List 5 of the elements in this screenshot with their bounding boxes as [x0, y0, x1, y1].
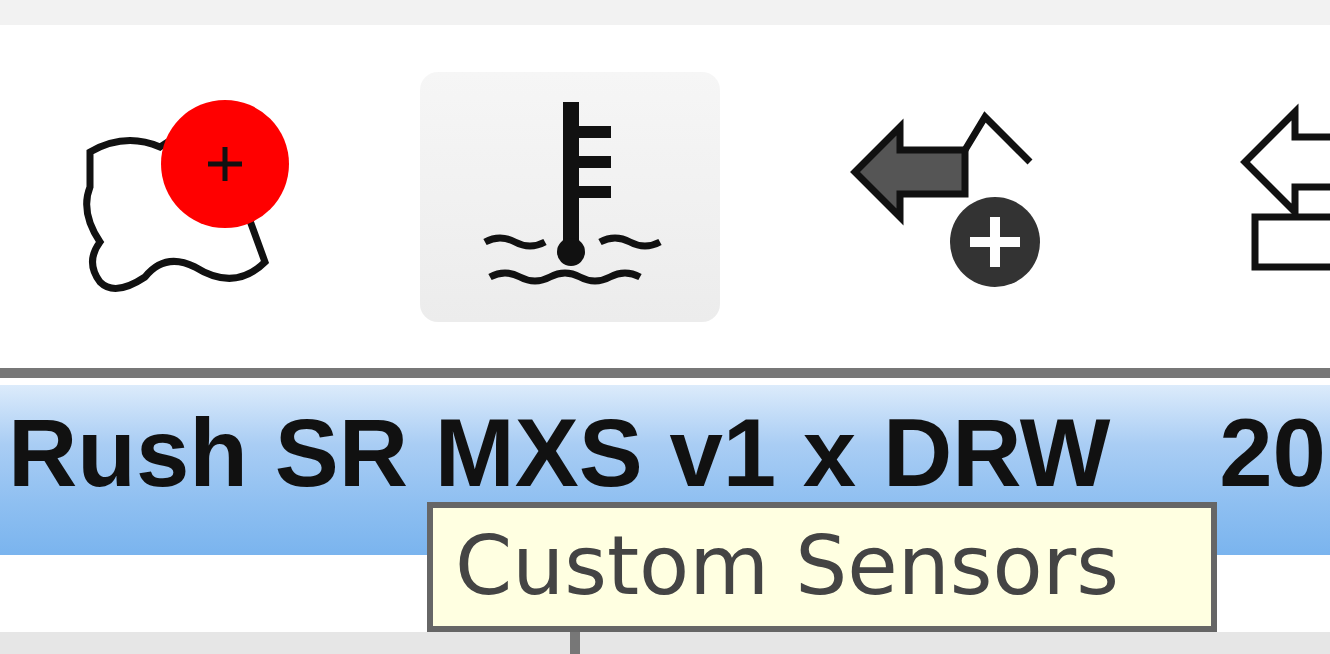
title-suffix: 20: [1219, 405, 1326, 501]
tooltip: Custom Sensors: [427, 502, 1217, 632]
toolbar-button[interactable]: [420, 71, 720, 322]
splitter-handle[interactable]: [570, 632, 580, 654]
title-text: Rush SR MXS v1 x DRW: [8, 405, 1111, 501]
